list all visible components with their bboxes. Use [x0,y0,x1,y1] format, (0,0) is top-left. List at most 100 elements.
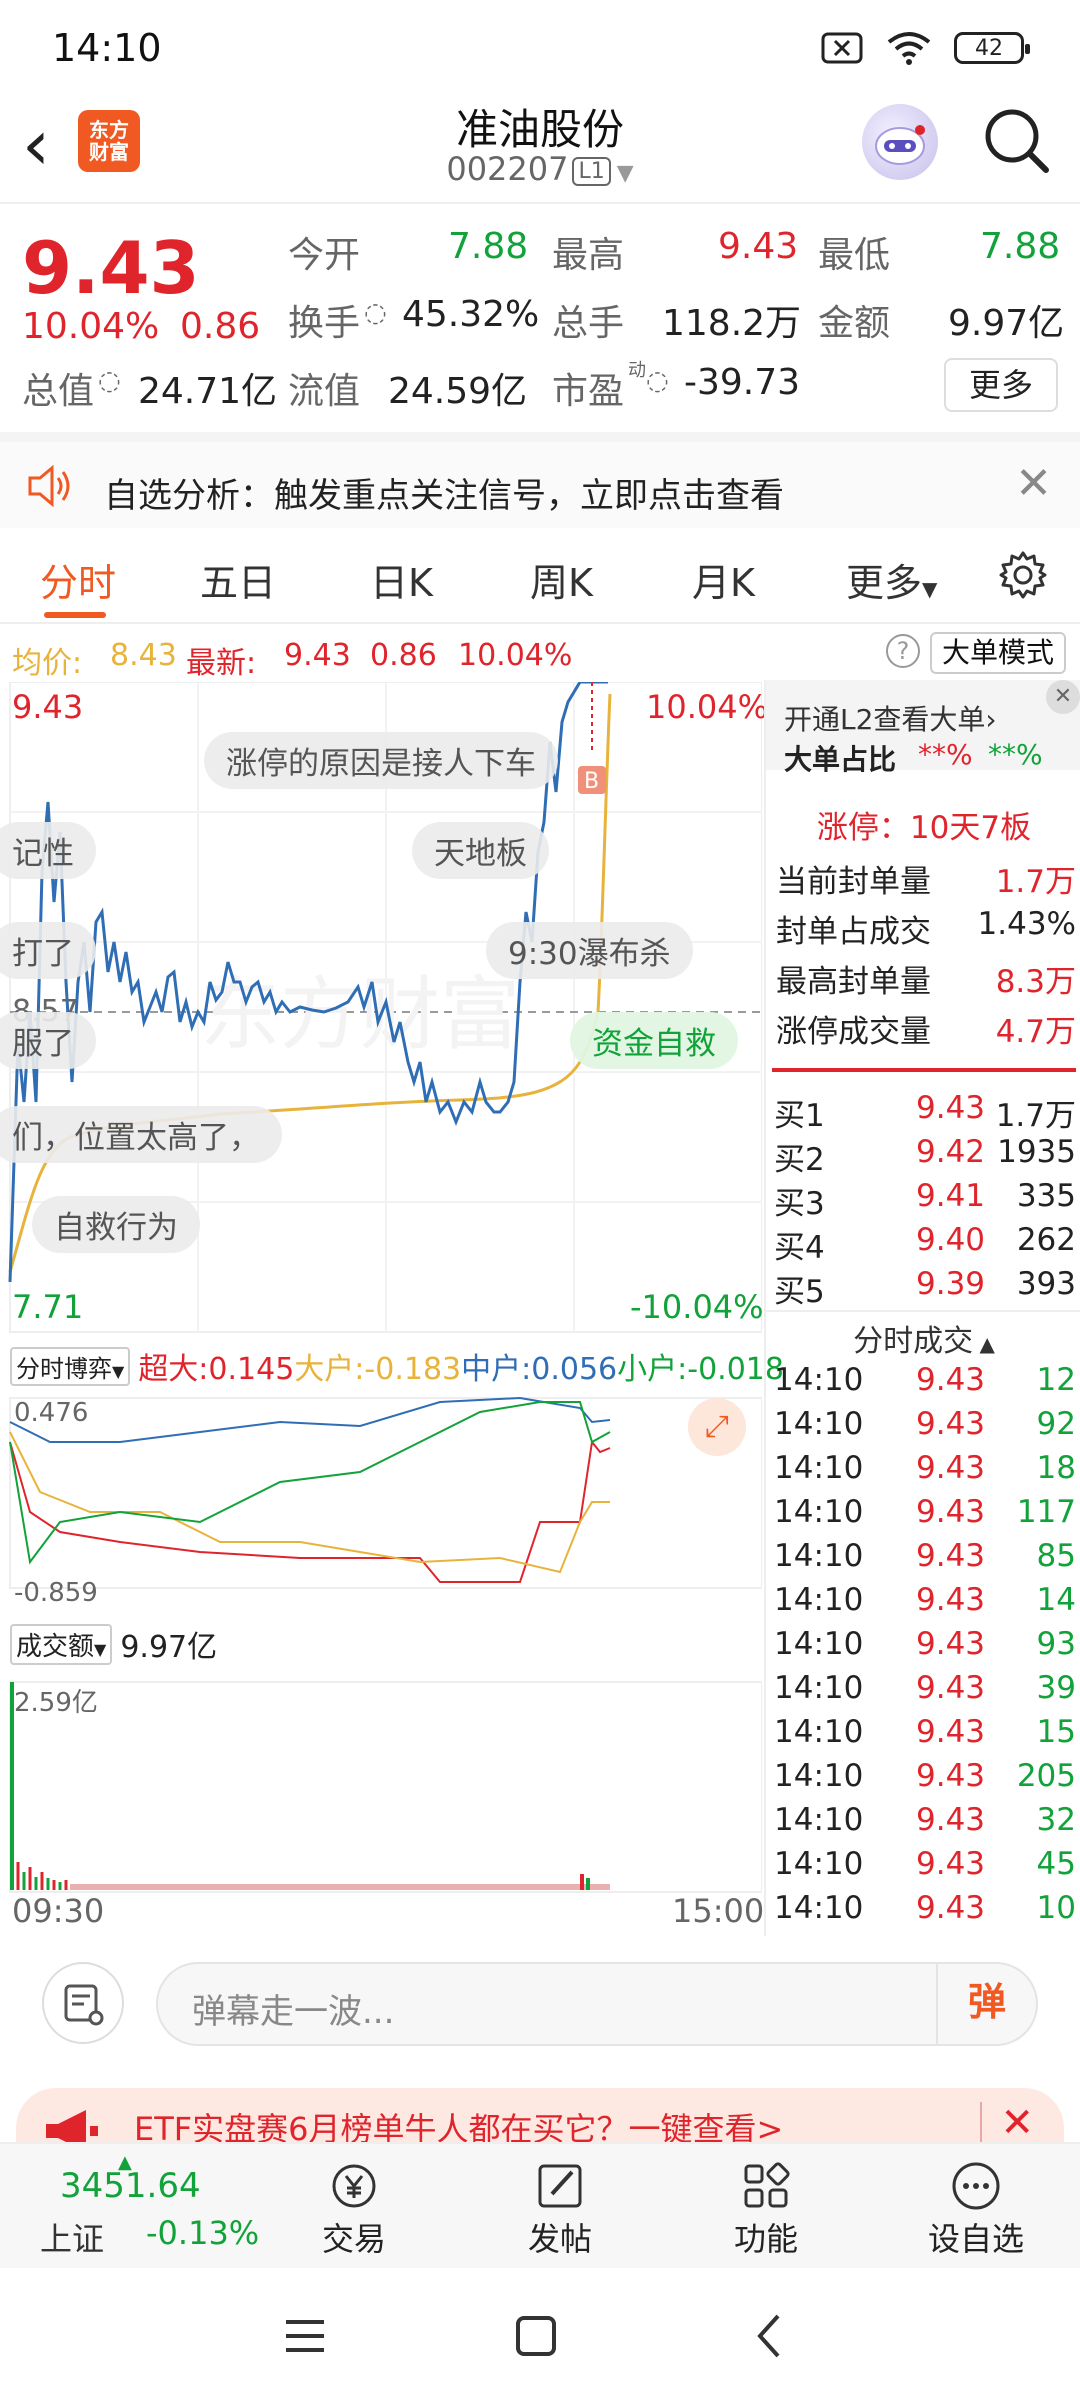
tick-time: 14:10 [774,1626,864,1662]
watermark: 东方财富 [200,968,520,1061]
amount-label: 金额 [818,303,891,344]
stat-label: 封单占成交 [776,914,931,950]
big-order-mode-button[interactable]: 大单模式 [930,632,1067,674]
danmaku-bar: 弹幕走一波... 弹 [0,1942,1080,2068]
l2-text: 开通L2查看大单› [784,698,997,738]
tick-time: 14:10 [774,1670,864,1706]
game-axis-bottom: -0.859 [14,1578,98,1608]
tick-time: 14:10 [774,1846,864,1882]
danmaku-bubble[interactable]: 自救行为 [32,1196,200,1253]
latest-label: 最新: [186,646,257,681]
close-icon[interactable]: ✕ [1000,2100,1034,2146]
intraday-chart[interactable]: 东方财富 B 9.43 10.04% 7.71 -10.04% 8.57 涨停的… [0,680,784,1930]
volume-bars-tail [70,1884,610,1890]
gear-icon[interactable] [998,550,1048,600]
level-badge[interactable]: L1 [572,156,611,186]
danmaku-bubble[interactable]: 记性 [0,822,96,879]
price-axis-top: 9.43 [12,688,84,726]
info-circle-icon[interactable]: ◌ [98,366,121,396]
info-circle-icon[interactable]: ◌ [364,298,387,328]
latest-value: 9.43 [284,638,351,673]
help-icon[interactable]: ? [886,634,920,668]
danmaku-bubble[interactable]: 服了 [0,1012,96,1069]
tab-five-day[interactable]: 五日 [200,552,276,607]
notice-bar[interactable]: 自选分析：触发重点关注信号，立即点击查看 ✕ [0,432,1080,528]
bottom-nav: ▲ 3451.64 上证 -0.13% 交易 发帖 功能 设自选 [0,2142,1080,2268]
ticks-title[interactable]: 分时成交 ▲ [766,1316,1080,1360]
danmaku-bubble[interactable]: 涨停的原因是接人下车 [204,732,558,789]
tick-price: 9.43 [916,1890,986,1926]
danmaku-bubble[interactable]: 9:30瀑布杀 [486,922,693,979]
tick-time: 14:10 [774,1362,864,1398]
danmaku-bubble[interactable]: 资金自救 [570,1012,738,1069]
bid-volume: 335 [1016,1178,1076,1214]
volume-panel-header: 成交额▼ 9.97亿 [10,1622,217,1666]
time-end: 15:00 [672,1892,765,1930]
back-triangle-icon[interactable] [754,2312,784,2360]
logo-line1: 东方 [89,118,129,142]
volume-panel-frame [9,1681,763,1893]
bid-label: 买5 [774,1274,825,1310]
logo-line2: 财富 [89,140,129,164]
stat-value: 1.43% [977,906,1076,942]
menu-icon[interactable] [282,2316,328,2356]
mktcap-value: 24.71亿 [138,371,278,412]
danmaku-bubble[interactable]: 们，位置太高了， [0,1106,282,1163]
tick-volume: 117 [1016,1494,1076,1530]
chevron-down-icon[interactable]: ▼ [617,161,634,186]
home-square-icon[interactable] [514,2314,558,2358]
current-price: 9.43 [22,226,200,310]
tick-volume: 45 [1036,1846,1076,1882]
nav-add-favorite[interactable]: 设自选 [916,2158,1036,2260]
tab-daily-k[interactable]: 日K [370,552,433,607]
volume-axis-top: 2.59亿 [14,1688,98,1718]
price-info-line: 均价: 8.43 最新: 9.43 0.86 10.04% ? [0,628,1080,681]
caret-down-icon: ▼ [112,1361,125,1381]
float-value: 24.59亿 [388,371,528,412]
l2-promo[interactable]: 开通L2查看大单› ✕ 大单占比 **% **% [766,680,1080,776]
bid-label: 买3 [774,1186,825,1222]
chevron-right-icon: › [985,703,997,736]
volume-selector[interactable]: 成交额▼ [10,1623,113,1665]
danmaku-placeholder: 弹幕走一波... [192,1992,395,2032]
game-selector[interactable]: 分时博弈▼ [10,1346,131,1386]
danmaku-bubble[interactable]: 打了 [0,922,96,979]
nav-post[interactable]: 发帖 [500,2158,620,2260]
status-bar: 14:10 42 [0,0,1080,96]
high-label: 最高 [552,235,625,276]
tab-more[interactable]: 更多▼ [846,552,937,607]
order-book-panel: 开通L2查看大单› ✕ 大单占比 **% **% 涨停：10天7板 当前封单量 1… [764,680,1080,1936]
tab-weekly-k[interactable]: 周K [530,552,593,607]
danmaku-toggle-button[interactable]: 弹 [936,1962,1036,2046]
tick-volume: 93 [1036,1626,1076,1662]
search-icon[interactable] [982,106,1052,176]
tick-volume: 32 [1036,1802,1076,1838]
assistant-avatar-icon[interactable] [862,104,938,180]
info-circle-icon[interactable]: ◌ [646,366,669,396]
danmaku-settings-icon[interactable] [42,1962,124,2044]
app-logo[interactable]: 东方 财富 [78,110,140,172]
danmaku-input[interactable]: 弹幕走一波... 弹 [156,1962,1038,2046]
l2-label: 开通L2查看大单 [784,703,986,736]
tick-price: 9.43 [916,1714,986,1750]
back-button[interactable]: ‹ [22,110,50,180]
danmaku-bubble[interactable]: 天地板 [412,822,549,879]
more-button[interactable]: 更多 [944,358,1058,412]
tab-intraday[interactable]: 分时 [40,552,116,607]
nav-trade[interactable]: 交易 [294,2158,414,2260]
bid-price: 9.41 [916,1178,986,1214]
close-icon[interactable]: ✕ [1015,458,1052,509]
mid-label: 中户:0.056 [461,1352,618,1387]
game-panel-frame [9,1397,763,1589]
tick-time: 14:10 [774,1582,864,1618]
float-label: 流值 [288,371,361,412]
expand-icon[interactable]: ⤢ [688,1398,746,1456]
tab-monthly-k[interactable]: 月K [692,552,755,607]
battery-level: 42 [975,35,1003,61]
latest-change: 0.86 [370,638,437,673]
tick-price: 9.43 [916,1802,986,1838]
close-icon[interactable]: ✕ [1046,680,1080,714]
battery-icon: 42 [954,32,1030,64]
nav-function[interactable]: 功能 [706,2158,826,2260]
tick-price: 9.43 [916,1626,986,1662]
